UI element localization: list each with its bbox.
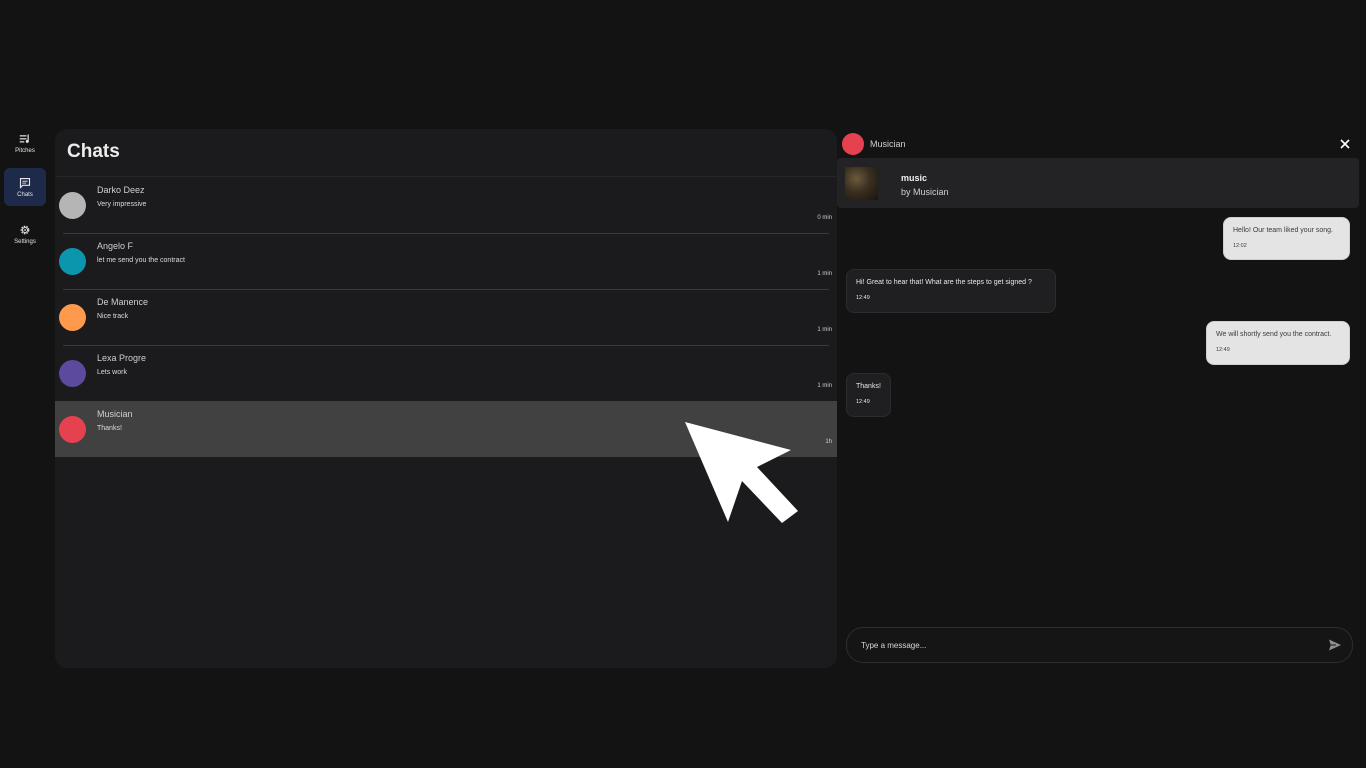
close-button[interactable] — [1337, 136, 1353, 152]
message-bubble-outgoing: Hello! Our team liked your song. 12:02 — [1223, 217, 1350, 260]
chat-time: 1h — [825, 439, 832, 445]
chat-contact-name: Darko Deez — [97, 185, 145, 195]
pitch-title: music — [901, 173, 928, 183]
gear-icon — [20, 225, 30, 234]
pitch-card[interactable]: music by Musician — [837, 158, 1359, 208]
sidebar-item-label: Chats — [17, 191, 33, 198]
avatar — [59, 416, 86, 443]
conversation-contact-name: Musician — [870, 139, 906, 149]
sidebar-item-label: Settings — [14, 238, 36, 245]
message-time: 12:49 — [856, 295, 870, 301]
message-composer — [846, 627, 1353, 663]
message-input[interactable] — [859, 636, 1323, 654]
avatar — [59, 360, 86, 387]
message-text: Hello! Our team liked your song. — [1233, 227, 1333, 234]
chat-list-item[interactable]: Lexa Progre Lets work 1 min — [55, 345, 837, 401]
message-time: 12:02 — [1233, 243, 1247, 249]
sidebar-item-settings[interactable]: Settings — [4, 215, 46, 253]
playlist-icon — [19, 134, 29, 143]
chat-icon — [19, 177, 31, 189]
chat-preview: let me send you the contract — [97, 257, 185, 264]
send-button[interactable] — [1328, 638, 1342, 652]
message-bubble-outgoing: We will shortly send you the contract. 1… — [1206, 321, 1350, 365]
chat-preview: Thanks! — [97, 425, 122, 432]
chats-panel: Chats Darko Deez Very impressive 0 min A… — [55, 129, 837, 668]
chat-contact-name: De Manence — [97, 297, 149, 307]
chat-preview: Nice track — [97, 313, 129, 320]
message-text: Thanks! — [856, 383, 881, 390]
chat-time: 1 min — [817, 383, 832, 389]
chat-contact-name: Lexa Progre — [97, 353, 147, 363]
sidebar-item-chats[interactable]: Chats — [4, 168, 46, 206]
chat-list-item-selected[interactable]: Musician Thanks! 1h — [55, 401, 837, 457]
page-title: Chats — [67, 141, 120, 162]
pitch-artist: by Musician — [901, 187, 949, 197]
chat-list-item[interactable]: Darko Deez Very impressive 0 min — [55, 177, 837, 233]
chat-preview: Lets work — [97, 369, 127, 376]
close-icon — [1340, 139, 1350, 149]
message-text: We will shortly send you the contract. — [1216, 331, 1332, 338]
chat-contact-name: Angelo F — [97, 241, 134, 251]
avatar — [842, 133, 864, 155]
chat-time: 0 min — [817, 215, 832, 221]
chat-time: 1 min — [817, 327, 832, 333]
chat-preview: Very impressive — [97, 201, 147, 208]
chat-list-item[interactable]: Angelo F let me send you the contract 1 … — [55, 233, 837, 289]
avatar — [59, 304, 86, 331]
message-time: 12:49 — [856, 399, 870, 405]
chat-contact-name: Musician — [97, 409, 133, 419]
chat-list-item[interactable]: De Manence Nice track 1 min — [55, 289, 837, 345]
message-bubble-incoming: Thanks! 12:49 — [846, 373, 891, 417]
message-bubble-incoming: Hi! Great to hear that! What are the ste… — [846, 269, 1056, 313]
message-time: 12:49 — [1216, 347, 1230, 353]
send-icon — [1329, 639, 1341, 651]
sidebar-item-pitches[interactable]: Pitches — [4, 124, 46, 162]
avatar — [59, 248, 86, 275]
sidebar-item-label: Pitches — [15, 147, 35, 154]
avatar — [59, 192, 86, 219]
message-text: Hi! Great to hear that! What are the ste… — [856, 279, 1032, 286]
pitch-cover-image — [845, 167, 878, 200]
chat-time: 1 min — [817, 271, 832, 277]
conversation-panel: Musician music by Musician Hello! Our te… — [837, 129, 1366, 668]
